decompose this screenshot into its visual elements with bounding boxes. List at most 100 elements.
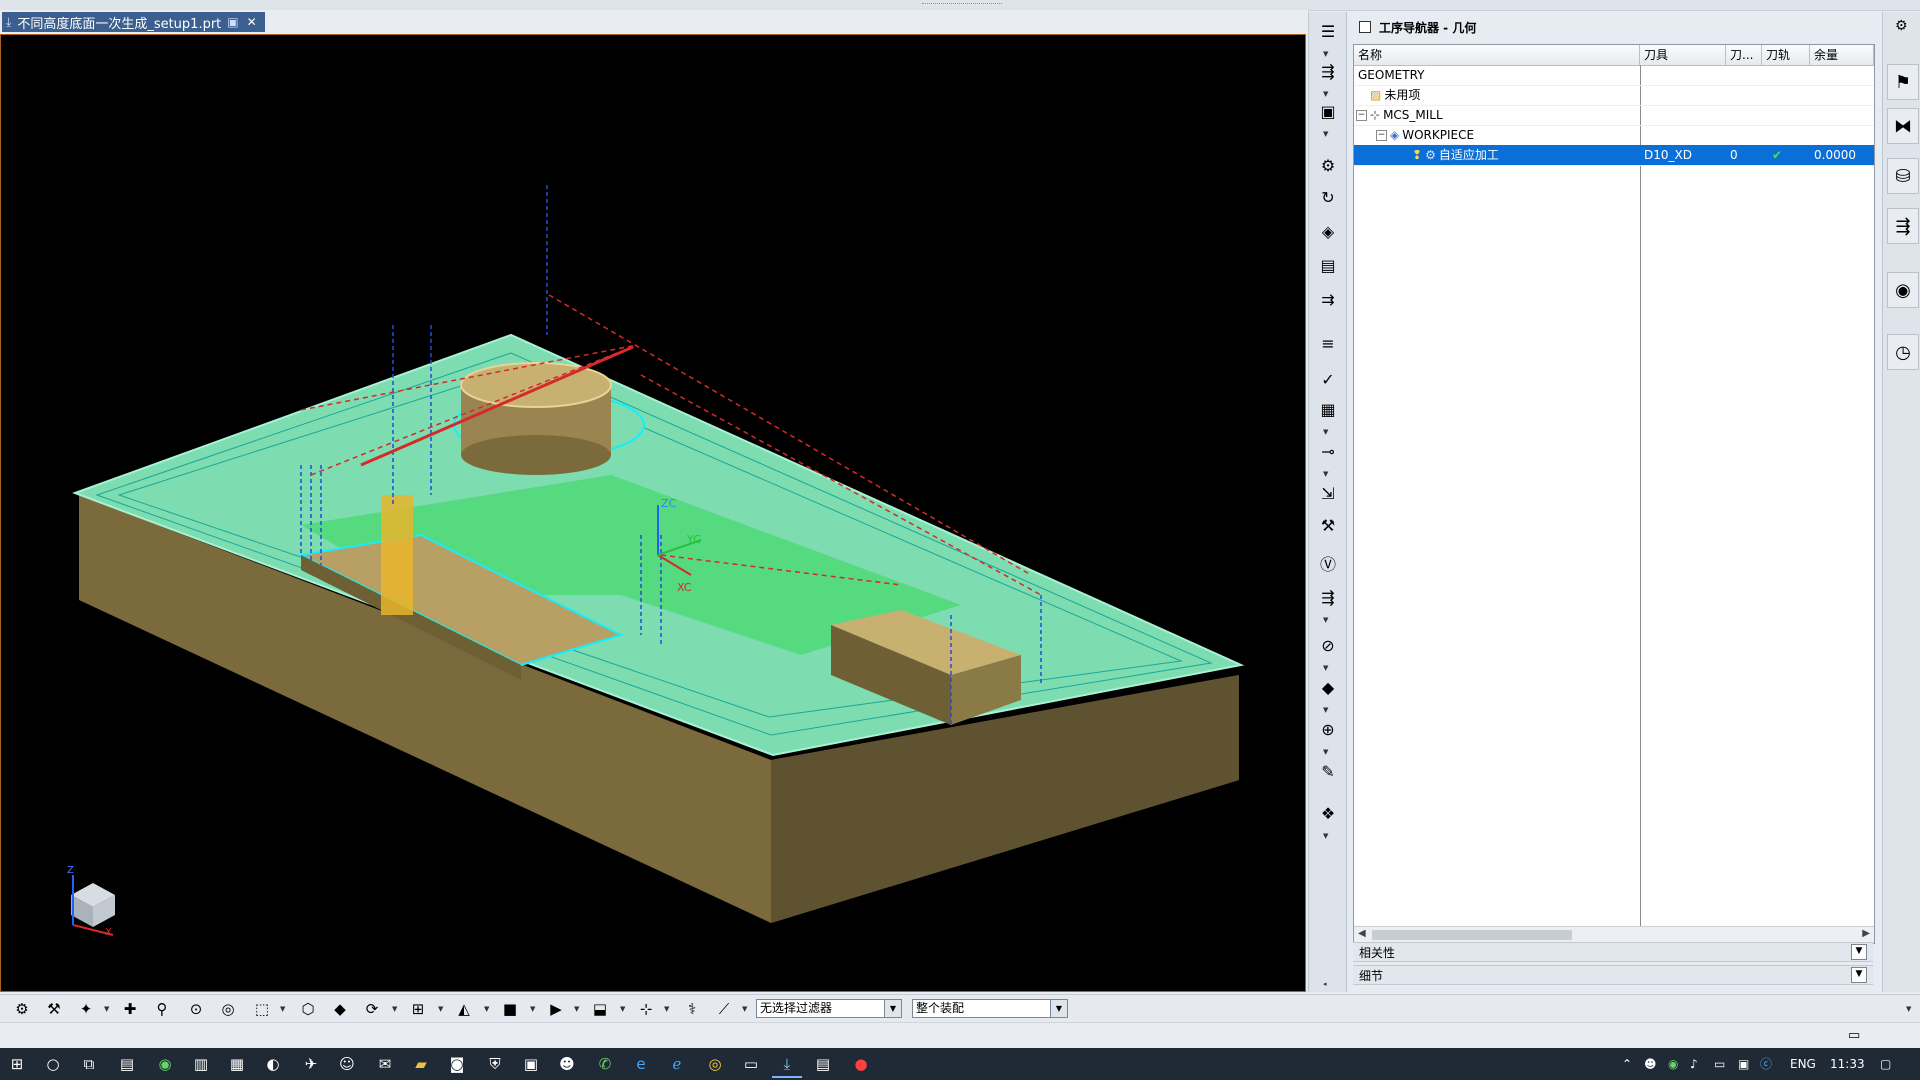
chevron-down-icon[interactable]: ▼ bbox=[530, 1005, 535, 1013]
ie-icon[interactable]: ℯ bbox=[662, 1052, 692, 1076]
scroll-down-icon[interactable]: ◂ bbox=[1323, 980, 1327, 988]
fit-view-icon[interactable]: ⊞ bbox=[406, 999, 430, 1019]
nx-app-icon[interactable]: ⤓ bbox=[772, 1052, 802, 1078]
app-icon[interactable]: ◐ bbox=[258, 1052, 288, 1076]
analysis-icon[interactable]: ⚕ bbox=[680, 999, 704, 1019]
qq-icon[interactable]: ☻ bbox=[552, 1052, 582, 1076]
status-window-icon[interactable]: ▭ bbox=[1848, 1028, 1860, 1043]
snap-quadrant-icon[interactable]: ◎ bbox=[216, 999, 240, 1019]
app-icon[interactable]: ▤ bbox=[112, 1052, 142, 1076]
abs-csys-icon[interactable]: ⊕ bbox=[1316, 718, 1340, 740]
assembly-navigator-icon[interactable]: ⚑ bbox=[1887, 64, 1919, 100]
chevron-down-icon[interactable]: ▼ bbox=[1323, 130, 1328, 138]
tree-row[interactable]: − ⊹ MCS_MILL bbox=[1354, 105, 1874, 126]
chevron-down-icon[interactable]: ▼ bbox=[392, 1005, 397, 1013]
transform-icon[interactable]: ⇲ bbox=[1316, 482, 1340, 504]
chevron-down-icon[interactable]: ▼ bbox=[1323, 470, 1328, 478]
app-icon[interactable]: ▥ bbox=[186, 1052, 216, 1076]
camera-icon[interactable]: ◙ bbox=[442, 1052, 472, 1076]
show-hide-icon[interactable]: ▶ bbox=[544, 999, 568, 1019]
check-tool-icon[interactable]: ✓ bbox=[1316, 368, 1340, 390]
chevron-down-icon[interactable]: ▼ bbox=[620, 1005, 625, 1013]
column-header-name[interactable]: 名称 bbox=[1354, 45, 1640, 65]
chevron-down-icon[interactable]: ▼ bbox=[1323, 748, 1328, 756]
history-icon[interactable]: ◷ bbox=[1887, 334, 1919, 370]
task-view-icon[interactable]: ⧉ bbox=[74, 1052, 104, 1076]
chevron-down-icon[interactable]: ▼ bbox=[1851, 944, 1867, 960]
document-tab[interactable]: ⤓ 不同高度底面一次生成_setup1.prt ▣ ✕ bbox=[2, 12, 265, 32]
create-geometry-icon[interactable]: ▣ bbox=[1316, 100, 1340, 122]
scroll-thumb[interactable] bbox=[1372, 930, 1572, 940]
chevron-down-icon[interactable]: ▼ bbox=[1050, 1000, 1067, 1017]
tree-row[interactable]: ▨ 未用项 bbox=[1354, 85, 1874, 106]
snap-midpoint-icon[interactable]: ⚲ bbox=[150, 999, 174, 1019]
chevron-down-icon[interactable]: ▼ bbox=[664, 1005, 669, 1013]
chevron-down-icon[interactable]: ▼ bbox=[1323, 50, 1328, 58]
generate-toolpath-icon[interactable]: ⚙ bbox=[1316, 154, 1340, 176]
chevron-down-icon[interactable]: ▼ bbox=[484, 1005, 489, 1013]
constraint-navigator-icon[interactable]: ⧓ bbox=[1887, 108, 1919, 144]
ruler-icon[interactable]: ⟋ bbox=[712, 999, 736, 1019]
search-icon[interactable]: ○ bbox=[38, 1052, 68, 1076]
select-filter-icon[interactable]: ⚙ bbox=[10, 999, 34, 1019]
select-tool-icon[interactable]: ⚒ bbox=[42, 999, 66, 1019]
app-icon[interactable]: ☺ bbox=[332, 1052, 362, 1076]
operation-navigator-icon[interactable]: ⇶ bbox=[1887, 208, 1919, 244]
tree-row[interactable]: GEOMETRY bbox=[1354, 65, 1874, 86]
part-navigator-icon[interactable]: ⛁ bbox=[1887, 158, 1919, 194]
chevron-down-icon[interactable]: ▼ bbox=[104, 1005, 109, 1013]
mail-icon[interactable]: ✉ bbox=[370, 1052, 400, 1076]
tree-row[interactable]: − ◈ WORKPIECE bbox=[1354, 125, 1874, 146]
tray-chevron-icon[interactable]: ⌃ bbox=[1622, 1048, 1632, 1080]
feeds-speeds-icon[interactable]: ⚒ bbox=[1316, 514, 1340, 536]
pin-icon[interactable] bbox=[1359, 21, 1371, 33]
battery-icon[interactable]: ▭ bbox=[1714, 1048, 1725, 1080]
tool-path-edit-icon[interactable]: ⊸ bbox=[1316, 440, 1340, 462]
tab-menu-icon[interactable]: ▣ bbox=[227, 15, 238, 29]
refresh-view-icon[interactable]: ⟳ bbox=[360, 999, 384, 1019]
tray-app-icon[interactable]: ⓒ bbox=[1760, 1048, 1772, 1080]
chevron-down-icon[interactable]: ▼ bbox=[1323, 616, 1328, 624]
view-orient-icon[interactable]: ■ bbox=[498, 999, 522, 1019]
resize-grip[interactable] bbox=[922, 3, 1002, 7]
simulate-icon[interactable]: ▤ bbox=[1316, 254, 1340, 276]
app-icon[interactable]: ◉ bbox=[150, 1052, 180, 1076]
chevron-down-icon[interactable]: ▼ bbox=[438, 1005, 443, 1013]
method-icon[interactable]: Ⓥ bbox=[1316, 552, 1340, 574]
snap-center-icon[interactable]: ⊙ bbox=[184, 999, 208, 1019]
notification-icon[interactable]: ▢ bbox=[1880, 1048, 1891, 1080]
shield-icon[interactable]: ⛨ bbox=[480, 1052, 510, 1076]
snap-point-icon[interactable]: ✦ bbox=[74, 999, 98, 1019]
tray-app-icon[interactable]: ◉ bbox=[1668, 1048, 1678, 1080]
chevron-down-icon[interactable]: ▼ bbox=[1323, 706, 1328, 714]
close-icon[interactable]: ✕ bbox=[247, 15, 257, 29]
start-icon[interactable]: ⊞ bbox=[2, 1052, 32, 1076]
chevron-down-icon[interactable]: ▼ bbox=[1323, 664, 1328, 672]
chevron-down-icon[interactable]: ▼ bbox=[1906, 1005, 1911, 1013]
scroll-left-icon[interactable]: ◀ bbox=[1358, 928, 1366, 939]
collapse-icon[interactable]: − bbox=[1376, 129, 1387, 141]
wcs-icon[interactable]: ⊹ bbox=[634, 999, 658, 1019]
app-icon[interactable]: ▤ bbox=[808, 1052, 838, 1076]
chevron-down-icon[interactable]: ▼ bbox=[1851, 967, 1867, 983]
preferences-icon[interactable]: ✎ bbox=[1316, 760, 1340, 782]
column-header-stock[interactable]: 余量 bbox=[1810, 45, 1874, 65]
input-language[interactable]: ENG bbox=[1790, 1048, 1816, 1080]
record-icon[interactable]: ● bbox=[846, 1052, 876, 1076]
tray-app-icon[interactable]: ☻ bbox=[1644, 1048, 1657, 1080]
tree-row-selected[interactable]: ❢ ⚙ 自适应加工 D10_XD 0 ✔ 0.0000 bbox=[1354, 145, 1874, 166]
column-header-tool-number[interactable]: 刀... bbox=[1726, 45, 1762, 65]
chevron-down-icon[interactable]: ▼ bbox=[1323, 428, 1328, 436]
app-icon[interactable]: ✈ bbox=[296, 1052, 326, 1076]
web-browser-icon[interactable]: ◉ bbox=[1887, 272, 1919, 308]
edge-icon[interactable]: e bbox=[626, 1052, 656, 1076]
section-view-icon[interactable]: ⬓ bbox=[588, 999, 612, 1019]
chrome-icon[interactable]: ◎ bbox=[700, 1052, 730, 1076]
ipw-icon[interactable]: ◆ bbox=[1316, 676, 1340, 698]
list-toolpath-icon[interactable]: ≡ bbox=[1316, 332, 1340, 354]
create-program-icon[interactable]: ☰ bbox=[1316, 20, 1340, 42]
replay-toolpath-icon[interactable]: ↻ bbox=[1316, 186, 1340, 208]
chevron-down-icon[interactable]: ▼ bbox=[884, 1000, 901, 1017]
section-dependencies[interactable]: 相关性 ▼ bbox=[1353, 942, 1873, 962]
wechat-icon[interactable]: ✆ bbox=[590, 1052, 620, 1076]
